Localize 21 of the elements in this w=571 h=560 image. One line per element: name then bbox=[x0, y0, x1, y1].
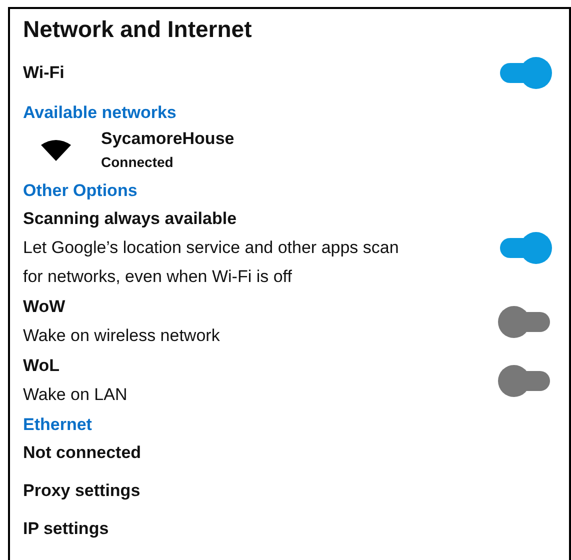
network-name[interactable]: SycamoreHouse bbox=[101, 127, 234, 151]
section-heading: Ethernet bbox=[23, 414, 93, 436]
section-heading: Other Options bbox=[23, 180, 138, 202]
setting-label: Wi-Fi bbox=[23, 62, 64, 84]
toggle-switch[interactable] bbox=[498, 364, 552, 396]
wifi-icon bbox=[41, 139, 71, 161]
settings-entry[interactable]: Proxy settings bbox=[23, 477, 569, 505]
toggle-switch[interactable] bbox=[498, 306, 552, 338]
setting-label: WoL bbox=[23, 355, 61, 377]
setting-label: WoW bbox=[23, 296, 66, 318]
toggle-switch[interactable] bbox=[498, 232, 552, 264]
setting-description: Wake on LAN bbox=[23, 384, 128, 406]
toggle-switch[interactable] bbox=[498, 57, 552, 89]
section-heading: Available networks bbox=[23, 102, 178, 124]
setting-description: Let Google’s location service and other apps scan for networks, even when Wi-Fi is off bbox=[23, 237, 400, 288]
settings-entry[interactable]: Not connected bbox=[23, 439, 569, 467]
network-status: Connected bbox=[101, 153, 174, 172]
page-title: Network and Internet bbox=[23, 15, 253, 43]
settings-entry[interactable]: IP settings bbox=[23, 515, 569, 543]
setting-label: Scanning always available bbox=[23, 208, 238, 230]
setting-description: Wake on wireless network bbox=[23, 325, 221, 347]
